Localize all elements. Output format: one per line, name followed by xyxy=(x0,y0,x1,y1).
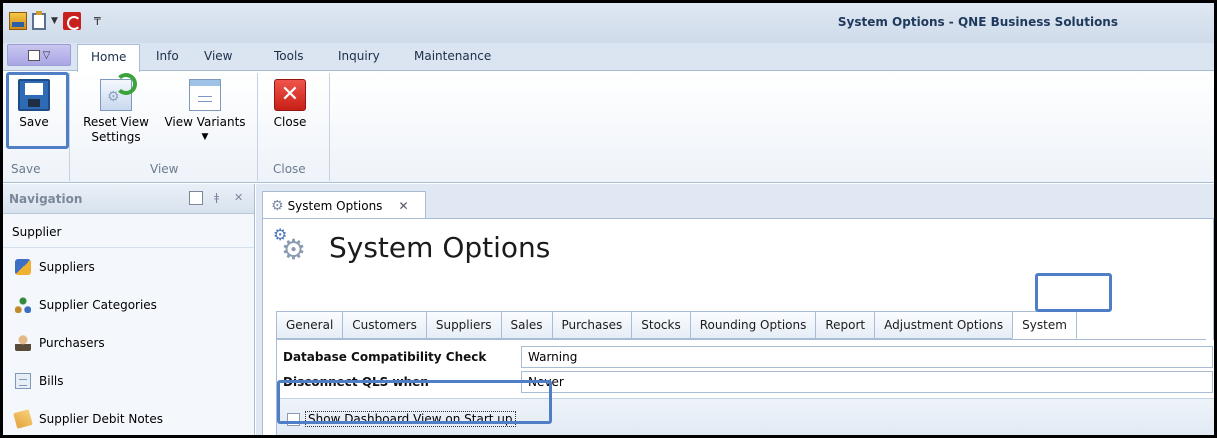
chevron-down-icon: ▼ xyxy=(201,132,209,142)
tab-tools[interactable]: Tools xyxy=(274,49,304,63)
tab-system[interactable]: System xyxy=(1012,311,1077,339)
categories-icon xyxy=(15,297,31,313)
app-window: ▼ ₸ System Options - QNE Business Soluti… xyxy=(0,0,1217,438)
nav-item-label: Suppliers xyxy=(39,260,95,274)
nav-item-label: Supplier Debit Notes xyxy=(39,412,164,426)
chevron-down-icon[interactable]: ▼ xyxy=(51,16,58,26)
close-button[interactable]: ✕ Close xyxy=(270,79,310,130)
tab-suppliers[interactable]: Suppliers xyxy=(425,311,501,339)
suppliers-icon xyxy=(15,259,31,275)
close-icon[interactable]: ✕ xyxy=(398,199,408,213)
view-variants-icon xyxy=(189,79,221,111)
navigation-section-supplier[interactable]: Supplier xyxy=(3,214,254,248)
ribbon-tab-bar: ▽ Home Info View Tools Inquiry Maintenan… xyxy=(3,43,1214,72)
chevron-down-icon: ▽ xyxy=(42,49,51,61)
group-label-view: View xyxy=(150,162,179,176)
close-icon[interactable]: ✕ xyxy=(234,191,243,204)
tab-info[interactable]: Info xyxy=(156,49,179,63)
tab-home[interactable]: Home xyxy=(77,44,141,72)
page-header: ⚙ ⚙ System Options xyxy=(273,225,551,267)
group-label-save: Save xyxy=(11,162,41,176)
nav-item-suppliers[interactable]: Suppliers xyxy=(3,248,254,286)
view-variants-button[interactable]: View Variants ▼ xyxy=(160,79,250,145)
quick-access-toolbar: ▼ ₸ xyxy=(9,10,101,30)
tab-view[interactable]: View xyxy=(204,49,232,63)
disconnect-qls-select[interactable]: Never xyxy=(521,371,1213,393)
pin-icon[interactable]: ǂ xyxy=(214,191,219,204)
debit-note-icon xyxy=(13,409,33,429)
gears-icon: ⚙ ⚙ xyxy=(273,225,307,266)
app-logo-icon[interactable] xyxy=(9,12,27,30)
navigation-panel: Navigation ǂ ✕ Supplier Suppliers Suppli… xyxy=(3,184,255,435)
reset-label-line1: Reset View xyxy=(83,115,149,129)
close-label: Close xyxy=(273,115,307,129)
group-separator xyxy=(329,73,330,181)
group-separator xyxy=(257,73,258,181)
nav-item-purchasers[interactable]: Purchasers xyxy=(3,324,254,362)
nav-item-supplier-debit-notes[interactable]: Supplier Debit Notes xyxy=(3,400,254,435)
layout-icon xyxy=(27,49,40,61)
gear-icon: ⚙ xyxy=(271,197,284,214)
tab-inquiry[interactable]: Inquiry xyxy=(338,49,380,63)
tab-maintenance[interactable]: Maintenance xyxy=(414,49,491,63)
clipboard-icon[interactable] xyxy=(32,10,46,30)
purchaser-icon xyxy=(15,335,31,351)
pdf-icon[interactable] xyxy=(62,12,81,30)
tab-general[interactable]: General xyxy=(276,311,343,339)
database-compatibility-select[interactable]: Warning xyxy=(521,346,1213,368)
form-row-database-check: Database Compatibility Check Warning xyxy=(283,346,1213,368)
close-icon: ✕ xyxy=(274,79,306,111)
reset-label-line2: Settings xyxy=(91,130,141,144)
reset-view-settings-button[interactable]: Reset View Settings xyxy=(80,73,152,145)
tab-report[interactable]: Report xyxy=(815,311,875,339)
nav-item-label: Bills xyxy=(39,374,64,388)
nav-item-label: Purchasers xyxy=(39,336,105,350)
navigation-title: Navigation xyxy=(9,192,83,206)
tab-sales[interactable]: Sales xyxy=(500,311,552,339)
application-menu-button[interactable]: ▽ xyxy=(7,44,71,66)
tab-stocks[interactable]: Stocks xyxy=(631,311,690,339)
document-tab-system-options[interactable]: ⚙ System Options ✕ xyxy=(262,191,426,219)
group-separator xyxy=(69,73,70,181)
tab-adjustment-options[interactable]: Adjustment Options xyxy=(874,311,1013,339)
page-title: System Options xyxy=(329,230,551,264)
save-highlight-box xyxy=(6,72,69,149)
title-bar: ▼ ₸ System Options - QNE Business Soluti… xyxy=(3,3,1214,43)
navigation-header: Navigation ǂ ✕ xyxy=(3,184,254,214)
customize-toolbar-icon[interactable]: ₸ xyxy=(94,15,101,28)
tab-customers[interactable]: Customers xyxy=(342,311,426,339)
checkbox-highlight-box xyxy=(277,380,552,424)
window-title: System Options - QNE Business Solutions xyxy=(837,15,1118,29)
tab-purchases[interactable]: Purchases xyxy=(551,311,632,339)
ribbon-panel: Save Save Reset View Settings View Varia… xyxy=(3,70,1214,183)
reset-view-icon xyxy=(100,73,137,111)
nav-item-bills[interactable]: Bills xyxy=(3,362,254,400)
document-tab-label: System Options xyxy=(287,198,383,213)
bill-icon xyxy=(15,373,31,389)
dock-icon[interactable] xyxy=(189,191,203,205)
option-tabs: General Customers Suppliers Sales Purcha… xyxy=(276,311,1206,340)
nav-item-supplier-categories[interactable]: Supplier Categories xyxy=(3,286,254,324)
field-label: Database Compatibility Check xyxy=(283,350,487,364)
system-tab-highlight-box xyxy=(1035,273,1112,312)
tab-rounding-options[interactable]: Rounding Options xyxy=(689,311,816,339)
nav-item-label: Supplier Categories xyxy=(39,298,157,312)
group-label-close: Close xyxy=(273,162,306,176)
view-variants-label: View Variants xyxy=(164,115,246,129)
